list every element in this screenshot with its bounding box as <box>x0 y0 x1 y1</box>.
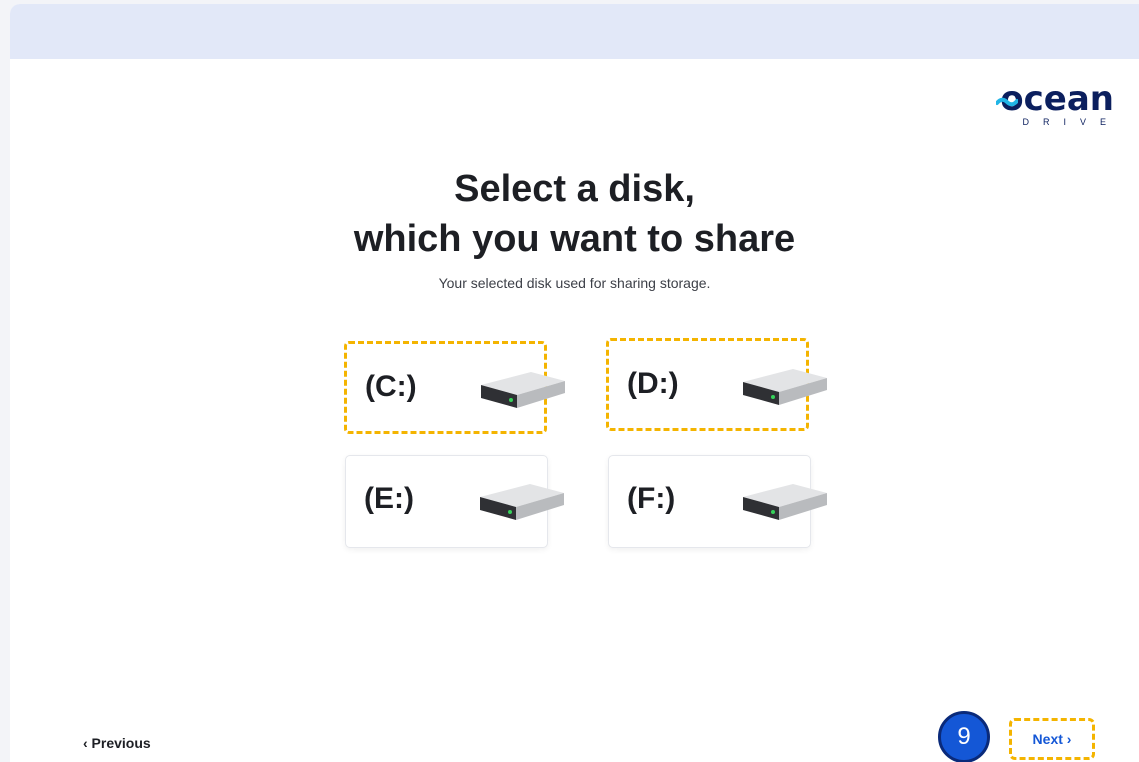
brand-wordmark: ocean <box>996 82 1114 116</box>
page-title-line1: Select a disk, <box>454 168 695 210</box>
next-button[interactable]: Next › <box>1009 718 1095 760</box>
top-bar <box>10 4 1139 59</box>
page-title-line2: which you want to share <box>353 218 796 260</box>
wizard-frame: ocean DRIVE Select a disk, which you wan… <box>10 4 1139 762</box>
hard-drive-icon <box>743 484 827 520</box>
disk-label: (C:) <box>365 370 417 403</box>
disk-label: (F:) <box>627 482 676 515</box>
hard-drive-icon <box>743 369 827 405</box>
page-title: Select a disk, which you want to share <box>10 164 1139 264</box>
disk-card-e[interactable]: (E:) <box>345 455 564 548</box>
page-subtitle: Your selected disk used for sharing stor… <box>438 275 711 291</box>
disk-label: (E:) <box>364 482 414 515</box>
wave-icon <box>996 97 1019 107</box>
previous-button[interactable]: ‹ Previous <box>83 735 151 751</box>
hard-drive-icon <box>480 484 564 520</box>
step-badge: 9 <box>938 711 990 762</box>
hard-drive-icon <box>481 372 565 408</box>
disk-card-f[interactable]: (F:) <box>608 455 827 548</box>
brand-logo: ocean DRIVE <box>994 82 1114 127</box>
disk-label: (D:) <box>627 367 679 400</box>
disk-card-d[interactable]: (D:) <box>606 338 827 431</box>
disk-card-c[interactable]: (C:) <box>344 341 565 434</box>
